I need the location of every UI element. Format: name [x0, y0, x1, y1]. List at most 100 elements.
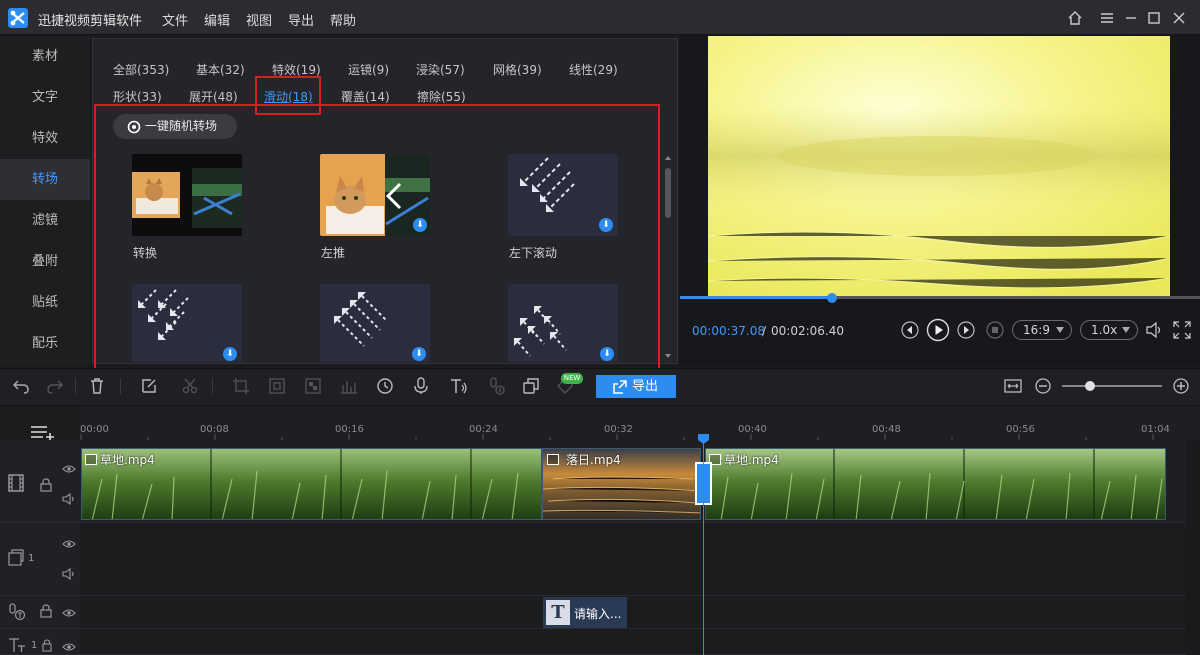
eye-icon[interactable] — [62, 642, 76, 652]
chevron-down-icon — [1056, 327, 1064, 333]
ruler-tick-label: 00:32 — [604, 424, 633, 435]
sidebar-item-transitions[interactable]: 转场 — [0, 159, 90, 200]
sidebar-item-text[interactable]: 文字 — [0, 77, 90, 118]
lock-icon[interactable] — [40, 604, 52, 618]
category-linear[interactable]: 线性(29) — [569, 61, 618, 78]
category-expand[interactable]: 展开(48) — [189, 88, 238, 105]
scroll-down-icon[interactable] — [664, 352, 672, 360]
eye-icon[interactable] — [62, 464, 76, 474]
mosaic-icon[interactable] — [304, 377, 322, 395]
menu-view[interactable]: 视图 — [246, 10, 272, 29]
menu-file[interactable]: 文件 — [162, 10, 188, 29]
copy-icon[interactable] — [522, 377, 540, 395]
library-scrollbar-thumb[interactable] — [665, 168, 671, 218]
export-icon — [612, 379, 628, 395]
next-frame-icon[interactable] — [956, 320, 976, 340]
ruler-tick-label: 00:24 — [469, 424, 498, 435]
ruler-tick-label: 00:16 — [335, 424, 364, 435]
voice-track[interactable] — [80, 596, 1200, 629]
category-dye[interactable]: 浸染(57) — [416, 61, 465, 78]
delete-icon[interactable] — [88, 377, 106, 395]
voice-track-icon — [7, 603, 27, 621]
category-cover[interactable]: 覆盖(14) — [341, 88, 390, 105]
category-wipe[interactable]: 擦除(55) — [417, 88, 466, 105]
preview-progress-fill — [680, 296, 832, 299]
zoom-slider-handle[interactable] — [1085, 381, 1095, 391]
category-all[interactable]: 全部(353) — [113, 61, 169, 78]
text-track-icon — [8, 637, 26, 653]
prev-frame-icon[interactable] — [900, 320, 920, 340]
ruler-tick-label: 00:48 — [872, 424, 901, 435]
sidebar-item-overlay[interactable]: 叠附 — [0, 241, 90, 282]
sidebar-item-effects[interactable]: 特效 — [0, 118, 90, 159]
clip-video-icon — [547, 454, 559, 465]
maximize-icon[interactable] — [1145, 9, 1163, 27]
text-track[interactable] — [80, 629, 1200, 655]
chevron-down-icon — [1122, 327, 1130, 333]
playhead-line[interactable] — [703, 442, 704, 655]
speaker-icon[interactable] — [62, 493, 76, 505]
cut-icon[interactable] — [181, 377, 199, 395]
clip-video-icon — [85, 454, 97, 465]
zoom-in-icon[interactable] — [1172, 377, 1190, 395]
scroll-up-icon[interactable] — [664, 154, 672, 162]
current-time: 00:00:37.08 — [692, 324, 765, 338]
highlight-box-transitions — [94, 104, 660, 370]
text-clip-label: 请输入... — [574, 607, 622, 621]
category-camera[interactable]: 运镜(9) — [348, 61, 389, 78]
zoom-out-icon[interactable] — [1034, 377, 1052, 395]
edit-icon[interactable] — [140, 377, 158, 395]
fullscreen-icon[interactable] — [1172, 320, 1192, 340]
volume-icon[interactable] — [1144, 320, 1164, 340]
overlay-track-icon — [7, 549, 25, 567]
menu-export[interactable]: 导出 — [288, 10, 314, 29]
ruler-tick-label: 00:08 — [200, 424, 229, 435]
ruler-tick-label: 00:00 — [80, 424, 109, 435]
clip-name: 草地.mp4 — [100, 453, 155, 467]
preview-video[interactable] — [708, 36, 1170, 296]
undo-icon[interactable] — [12, 377, 30, 395]
crop-icon[interactable] — [232, 377, 250, 395]
new-badge: NEW — [561, 373, 583, 384]
play-icon[interactable] — [926, 318, 950, 342]
microphone-icon[interactable] — [412, 377, 430, 395]
export-button[interactable]: 导出 — [596, 375, 676, 398]
text-to-speech-icon[interactable] — [450, 377, 468, 395]
speaker-icon[interactable] — [62, 568, 76, 580]
eye-icon[interactable] — [62, 539, 76, 549]
lock-icon[interactable] — [42, 639, 52, 652]
redo-icon[interactable] — [46, 377, 64, 395]
resize-icon[interactable] — [268, 377, 286, 395]
toolbar-divider — [120, 378, 121, 394]
menu-help[interactable]: 帮助 — [330, 10, 356, 29]
track-number: 1 — [31, 640, 38, 651]
menu-edit[interactable]: 编辑 — [204, 10, 230, 29]
audio-wave-icon[interactable] — [340, 377, 358, 395]
timeline-scrollbar[interactable] — [1186, 440, 1200, 655]
minimize-icon[interactable] — [1122, 9, 1140, 27]
app-title: 迅捷视频剪辑软件 — [38, 14, 143, 29]
time-separator: / — [762, 324, 767, 338]
ruler-tick-label: 00:56 — [1006, 424, 1035, 435]
home-icon[interactable] — [1066, 9, 1084, 27]
category-grid[interactable]: 网格(39) — [493, 61, 542, 78]
duration-clock-icon[interactable] — [376, 377, 394, 395]
clip-name: 草地.mp4 — [724, 453, 779, 467]
voice-change-icon[interactable] — [488, 377, 506, 395]
stop-icon[interactable] — [985, 320, 1005, 340]
category-basic[interactable]: 基本(32) — [196, 61, 245, 78]
fit-timeline-icon[interactable] — [1004, 377, 1022, 395]
sidebar-item-media[interactable]: 素材 — [0, 36, 90, 77]
menu-icon[interactable] — [1098, 9, 1116, 27]
zoom-slider[interactable] — [1062, 385, 1162, 387]
close-icon[interactable] — [1170, 9, 1188, 27]
clip-name: 落日.mp4 — [566, 453, 621, 467]
sidebar-item-music[interactable]: 配乐 — [0, 323, 90, 364]
overlay-track[interactable] — [80, 523, 1200, 596]
preview-progress-handle[interactable] — [827, 293, 837, 303]
lock-icon[interactable] — [40, 478, 52, 492]
sidebar-item-stickers[interactable]: 贴纸 — [0, 282, 90, 323]
category-shape[interactable]: 形状(33) — [113, 88, 162, 105]
sidebar-item-filters[interactable]: 滤镜 — [0, 200, 90, 241]
eye-icon[interactable] — [62, 608, 76, 618]
